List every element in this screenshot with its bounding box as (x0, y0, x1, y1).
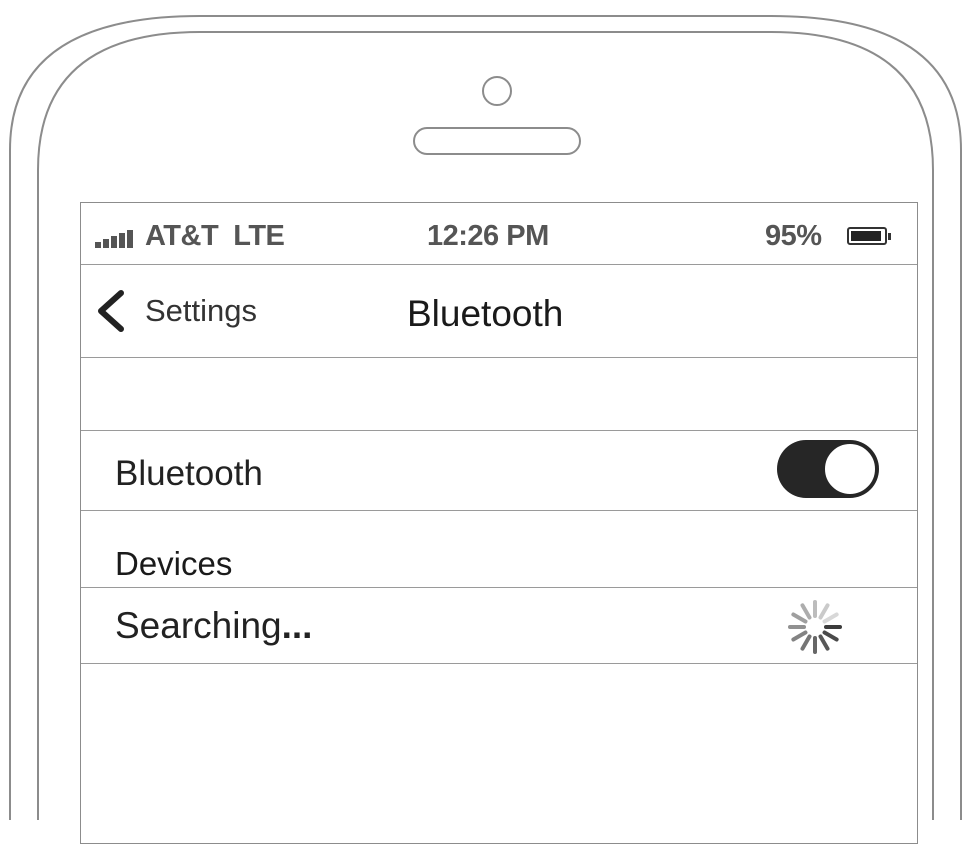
spinner-ray (800, 603, 812, 620)
loading-spinner-icon (788, 600, 842, 654)
spinner-ray (800, 634, 812, 651)
front-camera (482, 76, 512, 106)
spinner-ray (818, 634, 830, 651)
navigation-bar: Settings Bluetooth (81, 265, 917, 358)
devices-section-header: Devices (81, 511, 917, 588)
spinner-ray (822, 630, 839, 642)
phone-screen: AT&T LTE 12:26 PM 95% Settings Bluetooth… (80, 202, 918, 844)
searching-status-text: Searching (115, 605, 282, 646)
bluetooth-toggle-switch[interactable] (777, 440, 879, 498)
back-button-label: Settings (145, 293, 258, 328)
status-time: 12:26 PM (427, 220, 549, 252)
spinner-ray (822, 612, 839, 624)
spinner-ray (791, 612, 808, 624)
page-title: Bluetooth (407, 293, 564, 334)
spinner-ray (818, 603, 830, 620)
status-bar: AT&T LTE 12:26 PM 95% (81, 203, 917, 265)
group-spacer (81, 358, 917, 431)
back-button[interactable]: Settings (93, 287, 257, 335)
battery-percentage: 95% (765, 220, 822, 252)
searching-row: Searching... (81, 589, 917, 664)
bluetooth-toggle-row: Bluetooth (81, 432, 917, 511)
battery-icon (847, 227, 891, 245)
toggle-knob (823, 442, 877, 496)
spinner-ray (791, 630, 808, 642)
bluetooth-row-label: Bluetooth (115, 454, 263, 493)
searching-ellipsis: ... (281, 605, 313, 646)
earpiece-speaker (413, 127, 581, 155)
chevron-left-icon (98, 290, 124, 332)
carrier-label: AT&T LTE (145, 220, 285, 252)
signal-bars-icon (95, 228, 141, 248)
searching-status: Searching... (115, 605, 312, 647)
devices-section-title: Devices (115, 545, 233, 582)
